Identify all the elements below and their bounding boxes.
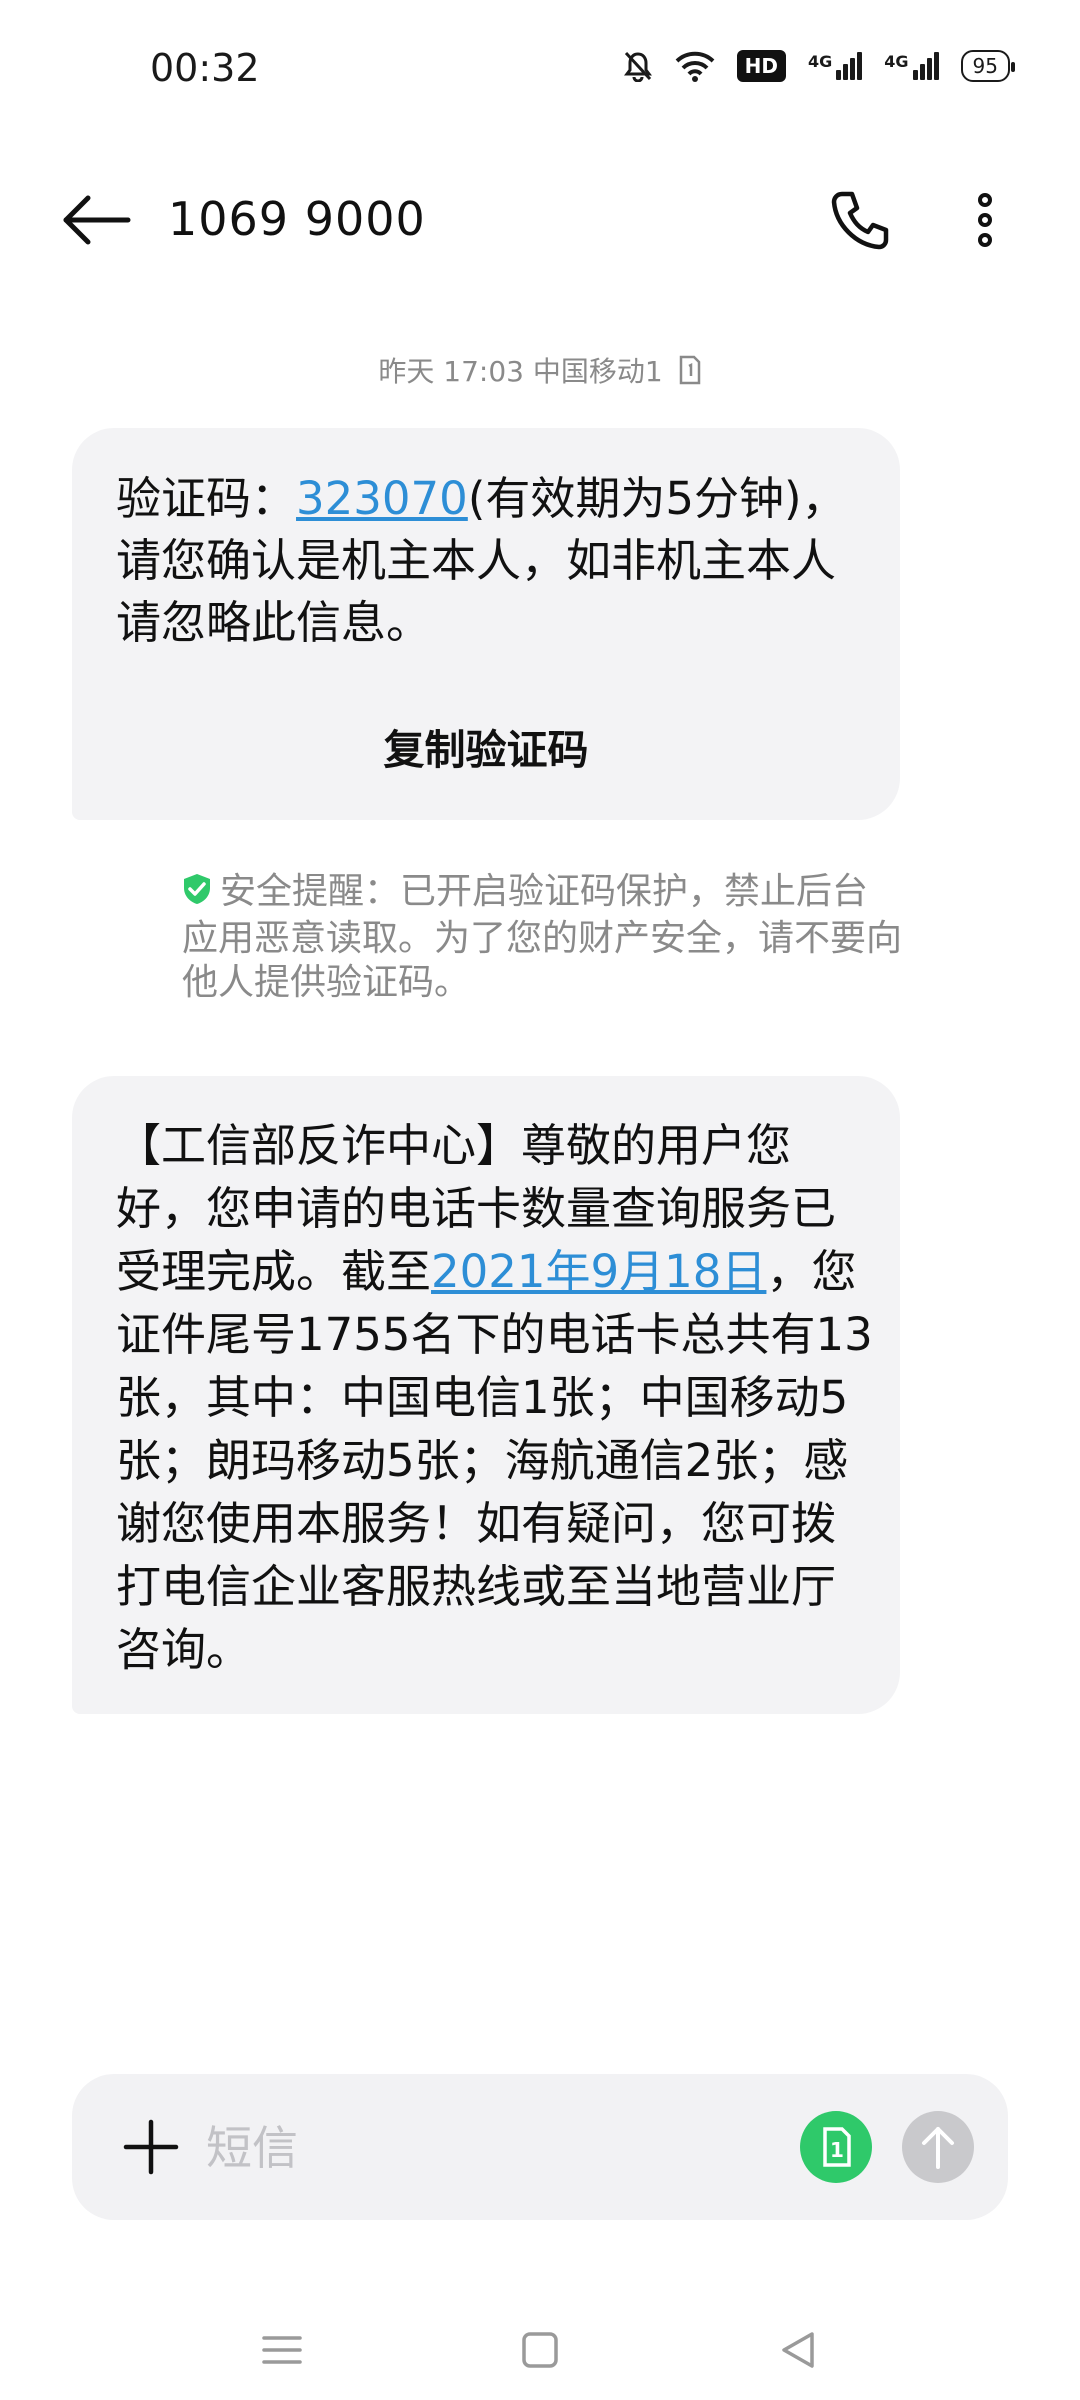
contact-title: 1069 9000 <box>168 192 426 246</box>
send-arrow-icon <box>922 2127 954 2169</box>
wifi-icon <box>675 50 715 82</box>
navigation-bar <box>0 2300 1080 2400</box>
copy-code-button[interactable]: 复制验证码 <box>72 716 900 776</box>
send-button[interactable] <box>902 2111 974 2183</box>
sim-card-icon: 1 <box>823 2127 851 2167</box>
security-note-text: 安全提醒：已开启验证码保护，禁止后台应用恶意读取。为了您的财产安全，请不要向他人… <box>182 871 903 1003</box>
message-text-before: 验证码： <box>116 472 297 525</box>
home-square-icon <box>522 2332 558 2368</box>
timestamp-text: 昨天 17:03 中国移动1 <box>378 355 663 388</box>
plus-icon <box>123 2119 179 2175</box>
sim-label: 1 <box>830 2138 844 2162</box>
status-icons: HD 4G 4G 95 <box>623 50 1016 82</box>
shield-check-icon <box>182 872 212 917</box>
date-link[interactable]: 2021年9月18日 <box>431 1245 766 1298</box>
message-text-after: ，您证件尾号1755名下的电话卡总共有13张，其中：中国电信1张；中国移动5张；… <box>116 1245 873 1676</box>
message-text: 【工信部反诈中心】尊敬的用户您好，您申请的电话卡数量查询服务已受理完成。截至20… <box>116 1114 876 1681</box>
mute-bell-icon <box>623 50 653 82</box>
message-text: 验证码：323070(有效期为5分钟)，请您确认是机主本人，如非机主本人请忽略此… <box>116 468 876 654</box>
sim-select-button[interactable]: 1 <box>800 2111 872 2183</box>
back-triangle-icon <box>782 2332 814 2368</box>
recent-apps-button[interactable] <box>252 2320 312 2380</box>
phone-icon <box>831 191 889 250</box>
signal-1-icon: 4G <box>808 52 863 80</box>
signal-2-icon: 4G <box>884 52 939 80</box>
home-button[interactable] <box>510 2320 570 2380</box>
back-arrow-icon <box>63 195 131 245</box>
more-vert-icon <box>978 193 992 247</box>
message-bubble-fraud-center[interactable]: 【工信部反诈中心】尊敬的用户您好，您申请的电话卡数量查询服务已受理完成。截至20… <box>72 1076 900 1714</box>
back-button[interactable] <box>62 190 132 250</box>
status-bar: 00:32 HD 4G 4G 95 <box>0 0 1080 140</box>
sim-card-icon <box>678 355 702 392</box>
nav-back-button[interactable] <box>768 2320 828 2380</box>
hd-badge: HD <box>736 50 787 82</box>
signal-1-label: 4G <box>808 52 833 71</box>
attach-button[interactable] <box>120 2116 182 2178</box>
menu-icon <box>262 2336 302 2364</box>
message-timestamp: 昨天 17:03 中国移动1 <box>0 350 1080 392</box>
app-bar: 1069 9000 <box>0 160 1080 280</box>
message-composer: 1 <box>72 2074 1008 2220</box>
message-bubble-verification[interactable]: 验证码：323070(有效期为5分钟)，请您确认是机主本人，如非机主本人请忽略此… <box>72 428 900 820</box>
signal-2-label: 4G <box>884 52 909 71</box>
message-input[interactable] <box>204 2114 828 2182</box>
status-time: 00:32 <box>150 46 260 90</box>
verification-code-link[interactable]: 323070 <box>296 472 468 525</box>
more-options-button[interactable] <box>960 190 1010 250</box>
battery-indicator: 95 <box>960 50 1016 82</box>
security-note: 安全提醒：已开启验证码保护，禁止后台应用恶意读取。为了您的财产安全，请不要向他人… <box>182 870 902 1005</box>
call-button[interactable] <box>828 188 892 252</box>
